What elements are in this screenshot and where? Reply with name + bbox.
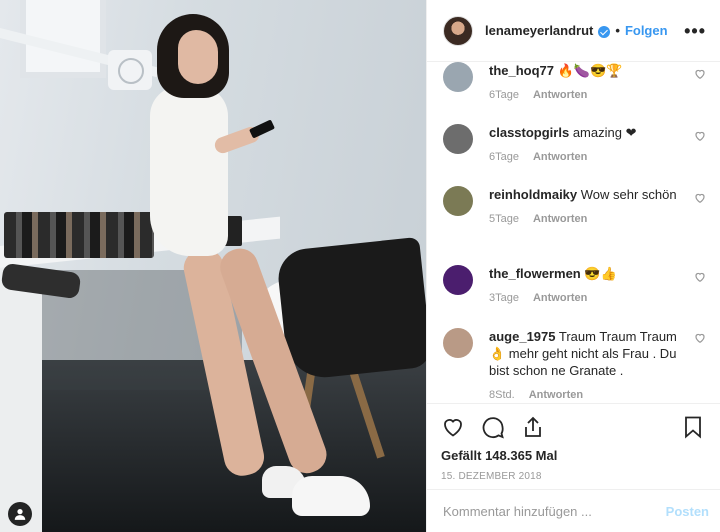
reply-button[interactable]: Antworten [533,151,587,163]
commenter-avatar[interactable] [443,265,473,295]
post-actions: Gefällt 148.365 Mal 15. DEZEMBER 2018 [427,403,720,489]
comment-body: classtopgirls amazing ❤ 6Tage Antworten [489,124,706,163]
commenter-avatar[interactable] [443,328,473,358]
comment-bubble-icon[interactable] [481,415,505,439]
comment-like-heart-icon[interactable] [694,192,706,204]
more-options-button[interactable]: ••• [684,22,706,40]
comment-item: the_flowermen 😎👍 3Tage Antworten [443,265,706,304]
comment-age[interactable]: 3Tage [489,292,519,304]
like-heart-icon[interactable] [441,415,465,439]
photo-makeup-items [4,212,154,258]
comment-meta: 8Std. Antworten [489,389,706,401]
reply-button[interactable]: Antworten [533,292,587,304]
comment-body: the_flowermen 😎👍 3Tage Antworten [489,265,706,304]
comment-text: classtopgirls amazing ❤ [489,124,706,141]
reply-button[interactable]: Antworten [533,213,587,225]
comment-meta: 6Tage Antworten [489,151,706,163]
comment-message: 😎👍 [584,266,617,281]
reply-button[interactable]: Antworten [529,389,583,401]
likes-count[interactable]: Gefällt 148.365 Mal [441,448,705,463]
comments-list[interactable]: the_hoq77 🔥🍆😎🏆 6Tage Antworten classtopgirl… [427,62,720,402]
commenter-avatar[interactable] [443,124,473,154]
commenter-username[interactable]: classtopgirls [489,125,569,140]
comment-body: auge_1975 Traum Traum Traum 👌 mehr geht … [489,328,706,401]
commenter-username[interactable]: the_flowermen [489,266,581,281]
comment-body: reinholdmaiky Wow sehr schön 5Tage Antwort… [489,186,706,225]
verified-badge-icon [598,25,611,38]
commenter-avatar[interactable] [443,62,473,92]
follow-button[interactable]: Folgen [625,23,668,38]
comment-age[interactable]: 6Tage [489,89,519,101]
comment-text: the_hoq77 🔥🍆😎🏆 [489,62,706,79]
header-separator: • [615,23,620,38]
comment-item: auge_1975 Traum Traum Traum 👌 mehr geht … [443,328,706,401]
bookmark-icon[interactable] [681,415,705,439]
post-header: lenameyerlandrut • Folgen ••• [427,0,720,62]
comment-item: classtopgirls amazing ❤ 6Tage Antworten [443,124,706,163]
comment-like-heart-icon[interactable] [694,332,706,344]
comment-age[interactable]: 5Tage [489,213,519,225]
commenter-username[interactable]: the_hoq77 [489,63,554,78]
comment-item: the_hoq77 🔥🍆😎🏆 6Tage Antworten [443,62,706,101]
comment-message: 🔥🍆😎🏆 [557,63,623,78]
commenter-avatar[interactable] [443,186,473,216]
comment-message: amazing ❤ [572,125,637,140]
comment-like-heart-icon[interactable] [694,130,706,142]
photo-fan [108,50,152,90]
photo-jacket [275,236,426,382]
comment-meta: 5Tage Antworten [489,213,706,225]
comment-like-heart-icon[interactable] [694,68,706,80]
user-tag-button[interactable] [8,502,32,526]
post-side-panel: lenameyerlandrut • Folgen ••• the_hoq77 … [426,0,720,532]
share-upload-icon[interactable] [521,415,545,439]
commenter-username[interactable]: auge_1975 [489,329,556,344]
comment-input[interactable] [443,503,666,519]
comment-item: reinholdmaiky Wow sehr schön 5Tage Antwort… [443,186,706,225]
comment-like-heart-icon[interactable] [694,271,706,283]
comment-age[interactable]: 8Std. [489,389,515,401]
comment-age[interactable]: 6Tage [489,151,519,163]
author-username[interactable]: lenameyerlandrut [485,23,593,38]
post-date[interactable]: 15. DEZEMBER 2018 [441,471,705,482]
add-comment-bar: Posten [427,489,720,532]
author-avatar[interactable] [443,15,473,46]
post-comment-button[interactable]: Posten [666,504,709,519]
commenter-username[interactable]: reinholdmaiky [489,187,577,202]
photo-person-body [150,86,228,256]
photo-desk-front [0,268,42,532]
comment-body: the_hoq77 🔥🍆😎🏆 6Tage Antworten [489,62,706,101]
comment-text: auge_1975 Traum Traum Traum 👌 mehr geht … [489,328,706,379]
post-modal: lenameyerlandrut • Folgen ••• the_hoq77 … [0,0,720,532]
comment-text: the_flowermen 😎👍 [489,265,706,282]
comment-meta: 6Tage Antworten [489,89,706,101]
comment-meta: 3Tage Antworten [489,292,706,304]
reply-button[interactable]: Antworten [533,89,587,101]
comment-text: reinholdmaiky Wow sehr schön [489,186,706,203]
user-tag-icon [14,509,26,520]
post-photo[interactable] [0,0,426,532]
photo-sneaker [292,476,370,516]
photo-person-face [178,30,218,84]
comment-message: Wow sehr schön [580,187,677,202]
